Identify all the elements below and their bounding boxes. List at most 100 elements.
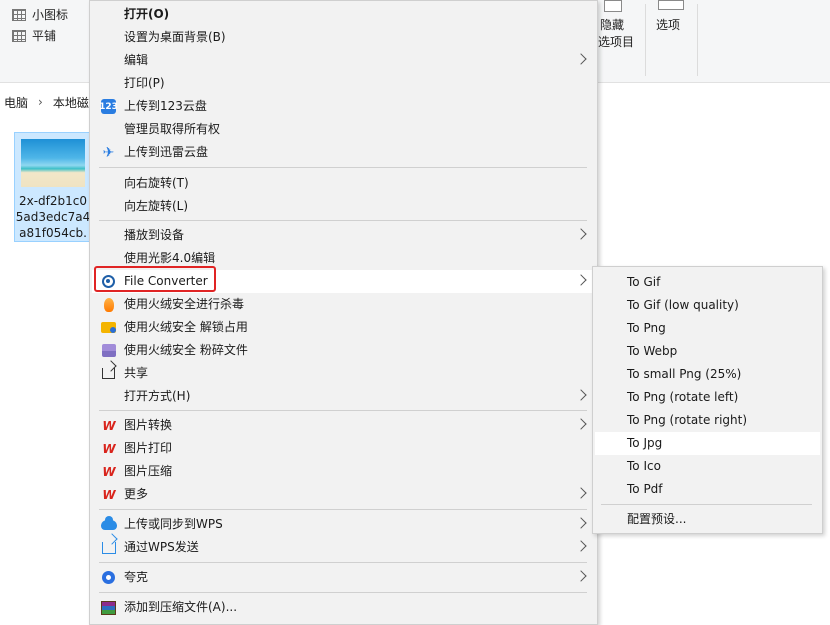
submenu-item-to-png[interactable]: To Png	[595, 317, 820, 340]
menu-item-label: 上传到迅雷云盘	[124, 145, 209, 159]
menu-separator	[99, 562, 587, 563]
submenu-item-to-jpg[interactable]: To Jpg	[595, 432, 820, 455]
breadcrumb-item-computer[interactable]: 电脑	[0, 94, 32, 111]
chevron-right-icon	[575, 53, 587, 65]
menu-item-rotate-right[interactable]: 向右旋转(T)	[92, 172, 595, 195]
submenu-item-label: To Gif	[627, 275, 661, 289]
menu-item-label: 添加到压缩文件(A)...	[124, 600, 238, 614]
small-icons-option[interactable]: 小图标	[12, 6, 68, 23]
menu-item-label: 图片打印	[124, 441, 173, 455]
menu-item-huorong-scan[interactable]: 使用火绒安全进行杀毒	[92, 293, 595, 316]
menu-item-image-print[interactable]: W 图片打印	[92, 437, 595, 460]
menu-item-add-to-archive[interactable]: 添加到压缩文件(A)...	[92, 596, 595, 619]
menu-item-set-wallpaper[interactable]: 设置为桌面背景(B)	[92, 26, 595, 49]
thunder-bird-icon: ✈	[102, 144, 115, 161]
submenu-item-label: To Pdf	[627, 482, 663, 496]
chevron-right-icon: ›	[38, 95, 43, 109]
submenu-item-label: To small Png (25%)	[627, 367, 742, 381]
ribbon-divider	[697, 4, 698, 76]
submenu-item-to-png-rotate-right[interactable]: To Png (rotate right)	[595, 409, 820, 432]
menu-item-label: 编辑	[124, 53, 149, 67]
wps-icon: W	[100, 417, 117, 434]
menu-item-cast-to-device[interactable]: 播放到设备	[92, 224, 595, 247]
menu-item-more[interactable]: W 更多	[92, 483, 595, 506]
menu-item-rotate-left[interactable]: 向左旋转(L)	[92, 195, 595, 218]
submenu-item-to-pdf[interactable]: To Pdf	[595, 478, 820, 501]
123-cloud-icon-glyph: 123	[99, 99, 118, 114]
submenu-item-to-gif[interactable]: To Gif	[595, 271, 820, 294]
ribbon-divider	[645, 4, 646, 76]
small-icons-label: 小图标	[32, 8, 69, 22]
huorong-unlock-icon	[100, 319, 117, 336]
share-icon	[100, 365, 117, 382]
chevron-right-icon	[575, 540, 587, 552]
submenu-item-to-gif-low-quality[interactable]: To Gif (low quality)	[595, 294, 820, 317]
menu-item-label: 播放到设备	[124, 228, 185, 242]
menu-separator	[99, 592, 587, 593]
options-button[interactable]: 选项	[656, 18, 680, 33]
menu-item-quark[interactable]: 夸克	[92, 566, 595, 589]
submenu-item-to-ico[interactable]: To Ico	[595, 455, 820, 478]
file-name-line: 5ad3edc7a4	[15, 210, 91, 224]
submenu-item-label: To Ico	[627, 459, 661, 473]
menu-item-take-ownership[interactable]: 管理员取得所有权	[92, 118, 595, 141]
submenu-item-label: To Jpg	[627, 436, 663, 450]
menu-item-print[interactable]: 打印(P)	[92, 72, 595, 95]
menu-item-label: 设置为桌面背景(B)	[124, 30, 226, 44]
winrar-icon	[100, 599, 117, 616]
menu-item-share[interactable]: 共享	[92, 362, 595, 385]
menu-item-open-with[interactable]: 打开方式(H)	[92, 385, 595, 408]
wps-icon-glyph: W	[102, 464, 115, 479]
menu-item-image-compress[interactable]: W 图片压缩	[92, 460, 595, 483]
menu-item-wps-send[interactable]: 通过WPS发送	[92, 536, 595, 559]
submenu-item-configure-presets[interactable]: 配置预设...	[595, 508, 820, 531]
submenu-item-to-png-rotate-left[interactable]: To Png (rotate left)	[595, 386, 820, 409]
menu-item-label: File Converter	[124, 274, 208, 288]
tiles-option[interactable]: 平铺	[12, 27, 56, 44]
selected-file-item[interactable]: 2x-df2b1c0 5ad3edc7a4 a81f054cb.	[14, 132, 90, 242]
context-menu: 打开(O) 设置为桌面背景(B) 编辑 打印(P) 123 上传到123云盘 管…	[89, 0, 598, 625]
menu-separator	[99, 220, 587, 221]
wps-icon-glyph: W	[102, 418, 115, 433]
menu-item-label: 夸克	[124, 570, 149, 584]
wps-icon: W	[100, 463, 117, 480]
menu-item-edit[interactable]: 编辑	[92, 49, 595, 72]
menu-item-wps-sync[interactable]: 上传或同步到WPS	[92, 513, 595, 536]
menu-item-upload-123[interactable]: 123 上传到123云盘	[92, 95, 595, 118]
chevron-right-icon	[575, 418, 587, 430]
menu-item-label: 使用火绒安全 解锁占用	[124, 320, 248, 334]
menu-separator	[601, 504, 812, 505]
wps-cloud-icon	[100, 515, 117, 533]
chevron-right-icon	[575, 228, 587, 240]
menu-item-guangying-edit[interactable]: 使用光影4.0编辑	[92, 247, 595, 270]
menu-item-huorong-unlock[interactable]: 使用火绒安全 解锁占用	[92, 316, 595, 339]
file-name-line: 2x-df2b1c0	[18, 194, 88, 208]
small-icons-icon	[12, 8, 26, 21]
menu-separator	[99, 410, 587, 411]
menu-item-label: 图片压缩	[124, 464, 173, 478]
wps-icon: W	[100, 440, 117, 457]
hide-selected-label-2[interactable]: 选项目	[598, 35, 634, 50]
menu-item-upload-xunlei[interactable]: ✈ 上传到迅雷云盘	[92, 141, 595, 164]
menu-item-label: 上传到123云盘	[124, 99, 207, 113]
menu-item-open[interactable]: 打开(O)	[92, 3, 595, 26]
hide-selected-label-1[interactable]: 隐藏	[600, 18, 624, 33]
submenu-item-to-small-png[interactable]: To small Png (25%)	[595, 363, 820, 386]
menu-item-label: 使用火绒安全 粉碎文件	[124, 343, 248, 357]
chevron-right-icon	[575, 570, 587, 582]
menu-item-file-converter[interactable]: File Converter	[92, 270, 595, 293]
submenu-item-label: To Png	[627, 321, 666, 335]
menu-separator	[99, 167, 587, 168]
wps-icon-glyph: W	[102, 441, 115, 456]
menu-item-label: 共享	[124, 366, 149, 380]
wps-send-icon	[100, 539, 117, 556]
huorong-shred-icon	[100, 342, 117, 359]
menu-item-image-convert[interactable]: W 图片转换	[92, 414, 595, 437]
123-cloud-icon: 123	[99, 98, 118, 115]
submenu-item-to-webp[interactable]: To Webp	[595, 340, 820, 363]
menu-item-huorong-shred[interactable]: 使用火绒安全 粉碎文件	[92, 339, 595, 362]
submenu-item-label: To Webp	[627, 344, 678, 358]
file-name: 2x-df2b1c0 5ad3edc7a4 a81f054cb.	[15, 193, 91, 241]
tiles-label: 平铺	[32, 29, 57, 43]
menu-separator	[99, 509, 587, 510]
